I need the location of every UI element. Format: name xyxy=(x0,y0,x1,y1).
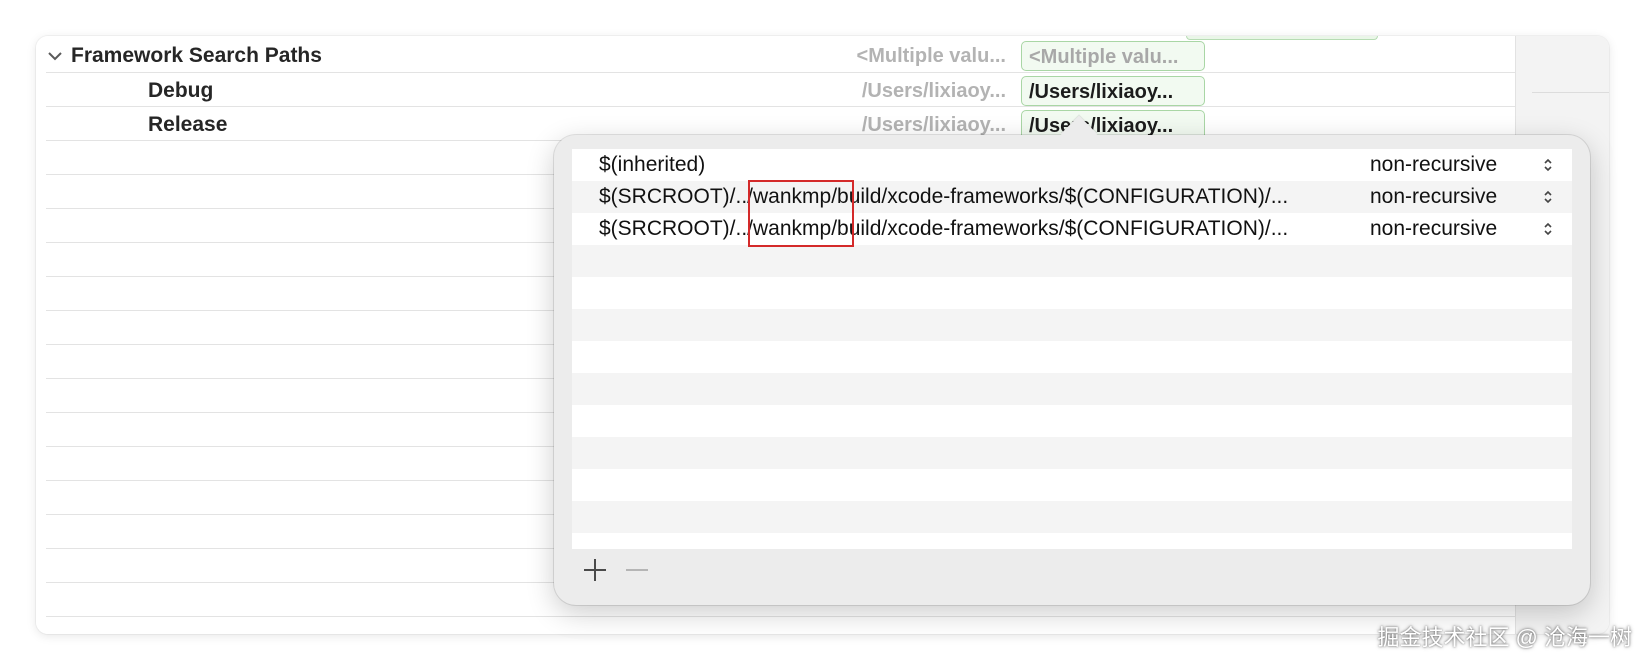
remove-path-button[interactable] xyxy=(622,555,652,585)
path-value[interactable]: $(SRCROOT)/../wankmp/build/xcode-framewo… xyxy=(599,181,1288,213)
empty-row xyxy=(46,616,1515,634)
search-paths-list: $(inherited) non-recursive $(SRCROOT)/..… xyxy=(572,149,1572,549)
annotation-highlight-box xyxy=(748,180,854,247)
empty-path-row xyxy=(572,533,1572,549)
recursion-value[interactable]: non-recursive xyxy=(1370,213,1497,245)
chevron-down-icon[interactable] xyxy=(46,38,64,74)
recursion-value[interactable]: non-recursive xyxy=(1370,149,1497,181)
path-row[interactable]: $(SRCROOT)/../wankmp/build/xcode-framewo… xyxy=(572,213,1572,245)
setting-row-debug[interactable]: Debug /Users/lixiaoy... /Users/lixiaoy..… xyxy=(46,72,1515,108)
empty-path-row xyxy=(572,245,1572,277)
resolved-value: /Users/lixiaoy... xyxy=(861,80,1006,102)
path-row[interactable]: $(SRCROOT)/../wankmp/build/xcode-framewo… xyxy=(572,181,1572,213)
empty-path-row xyxy=(572,277,1572,309)
path-value[interactable]: $(SRCROOT)/../wankmp/build/xcode-framewo… xyxy=(599,213,1288,245)
up-down-stepper-icon[interactable] xyxy=(1542,181,1554,213)
path-value[interactable]: $(inherited) xyxy=(599,149,705,181)
empty-path-row xyxy=(572,469,1572,501)
resolved-value: <Multiple valu... xyxy=(856,45,1006,67)
setting-name: Framework Search Paths xyxy=(71,44,322,67)
recursion-value[interactable]: non-recursive xyxy=(1370,181,1497,213)
empty-path-row xyxy=(572,405,1572,437)
add-path-button[interactable] xyxy=(580,555,610,585)
empty-path-row xyxy=(572,309,1572,341)
target-value-cell[interactable]: /Users/lixiaoy... xyxy=(1021,76,1205,106)
empty-path-row xyxy=(572,437,1572,469)
target-value-cell[interactable]: <Multiple valu... xyxy=(1021,41,1205,71)
minus-icon xyxy=(626,569,648,571)
up-down-stepper-icon[interactable] xyxy=(1542,149,1554,181)
watermark: 掘金技术社区 @ 沧海一树 xyxy=(1377,625,1632,650)
setting-name: Release xyxy=(148,113,228,136)
empty-path-row xyxy=(572,501,1572,533)
search-paths-popover: $(inherited) non-recursive $(SRCROOT)/..… xyxy=(554,115,1590,605)
up-down-stepper-icon[interactable] xyxy=(1542,213,1554,245)
plus-icon xyxy=(584,559,606,581)
empty-path-row xyxy=(572,341,1572,373)
setting-row-framework-search-paths[interactable]: Framework Search Paths <Multiple valu...… xyxy=(46,38,1515,74)
path-row[interactable]: $(inherited) non-recursive xyxy=(572,149,1572,181)
setting-name: Debug xyxy=(148,79,214,102)
empty-path-row xyxy=(572,373,1572,405)
divider xyxy=(1532,92,1609,93)
